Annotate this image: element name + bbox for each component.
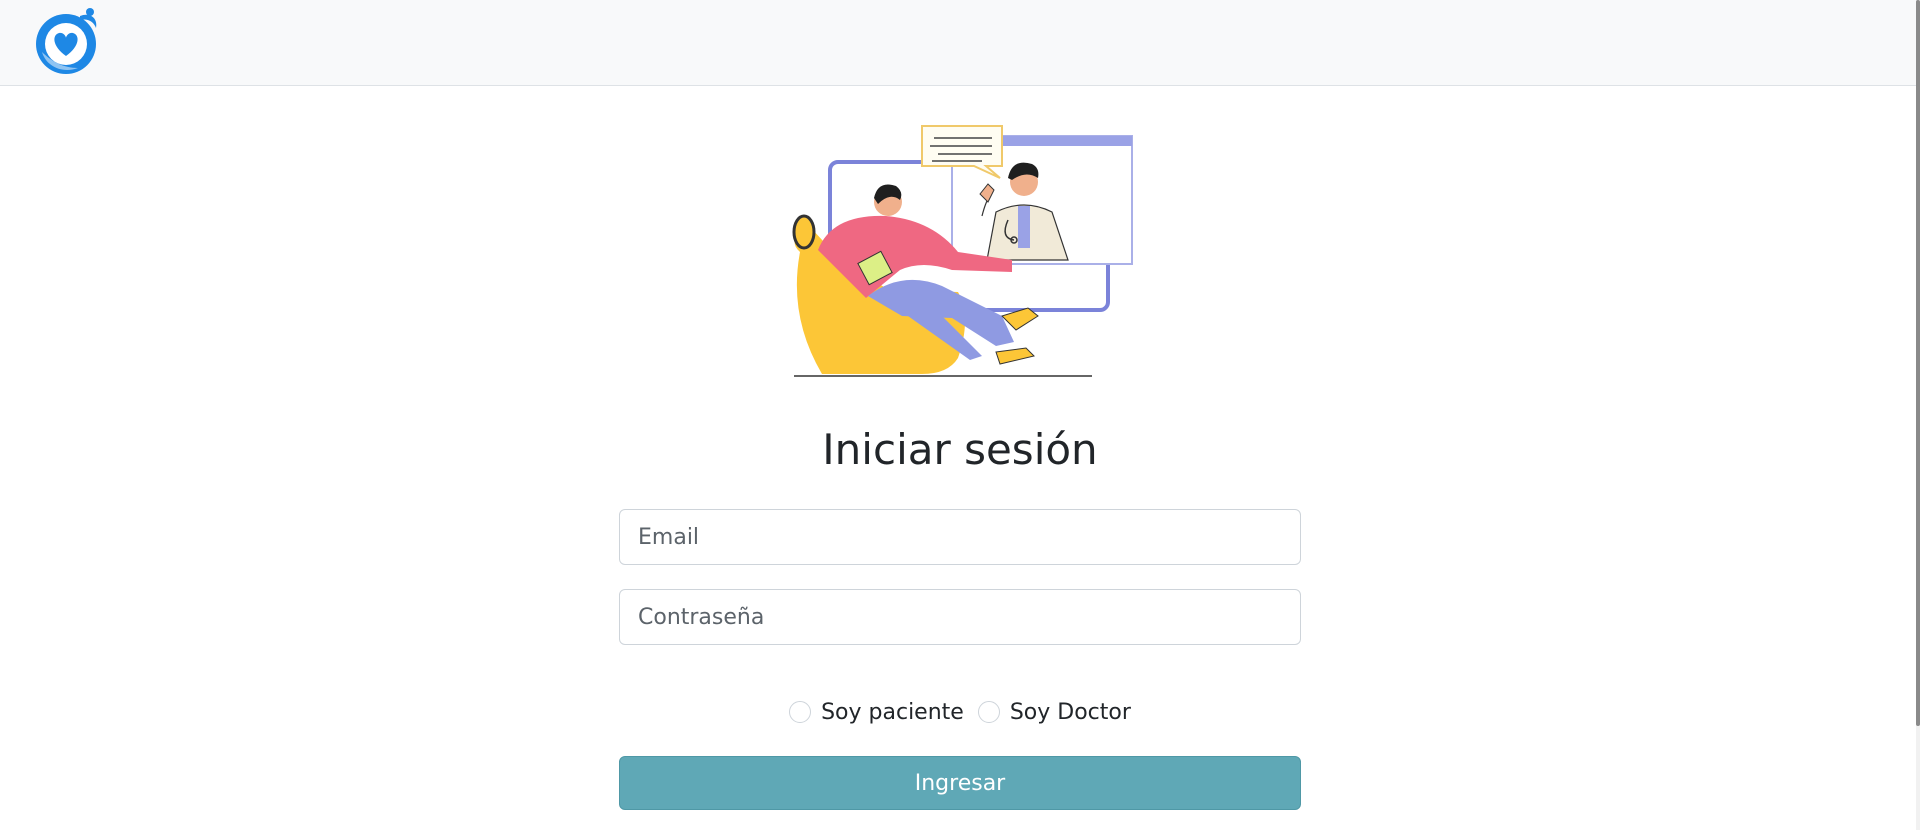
role-radio-group: Soy paciente Soy Doctor [0,696,1920,728]
page-title: Iniciar sesión [822,425,1098,474]
radio-option-doctor[interactable]: Soy Doctor [977,699,1131,725]
radio-paciente[interactable] [789,701,812,723]
radio-option-paciente[interactable]: Soy paciente [789,700,964,725]
radio-doctor[interactable] [977,701,1000,723]
radio-label-doctor: Soy Doctor [1009,699,1131,725]
scrollbar-thumb[interactable] [1916,0,1920,726]
radio-label-paciente: Soy paciente [821,699,964,725]
email-field[interactable] [619,509,1301,565]
password-field[interactable] [619,589,1301,645]
telemedicine-consultation-illustration [792,125,1133,377]
heart-hands-logo-icon[interactable] [28,4,108,80]
submit-button[interactable]: Ingresar [619,756,1301,810]
navbar [0,0,1920,86]
